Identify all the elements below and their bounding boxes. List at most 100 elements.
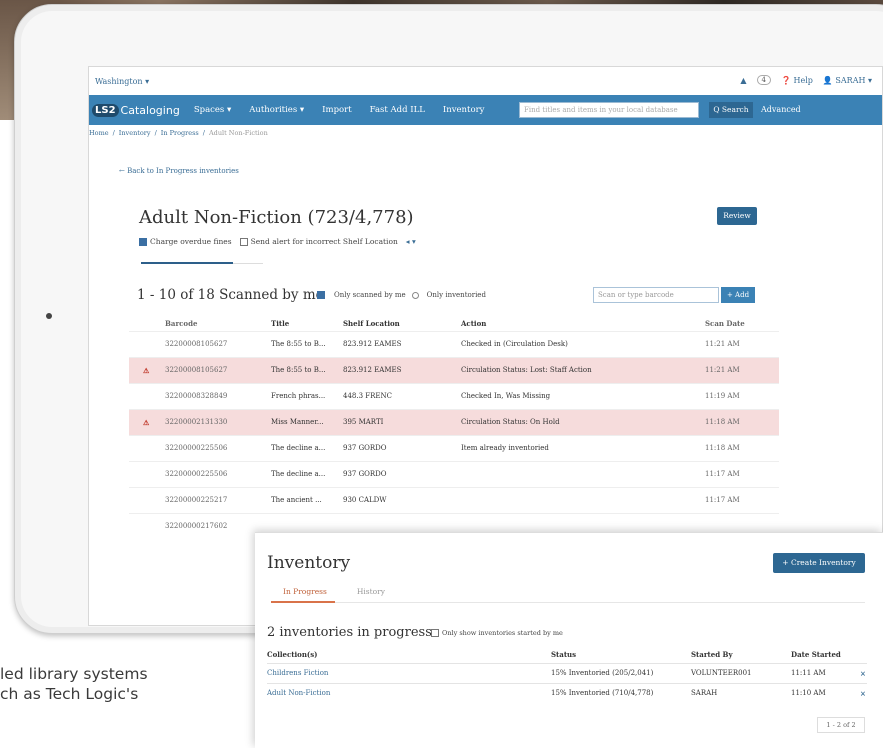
panel-tabs: In Progress History (283, 587, 385, 596)
row-title[interactable]: The decline a... (271, 444, 325, 452)
row-action: Circulation Status: On Hold (461, 418, 560, 426)
user-label: SARAH ▾ (835, 75, 872, 85)
search-input[interactable]: Find titles and items in your local data… (519, 102, 699, 118)
col-title[interactable]: Title (271, 319, 289, 328)
alerts-count[interactable]: 4 (756, 75, 771, 85)
alert-checkbox[interactable] (239, 238, 248, 246)
back-link[interactable]: ← Back to In Progress inventories (119, 167, 239, 175)
row-barcode: 32200008328849 (165, 392, 228, 400)
overdue-option[interactable]: Charge overdue fines (139, 237, 232, 246)
scans-table: Barcode Title Shelf Location Action Scan… (129, 317, 779, 539)
row-barcode: 32200000225506 (165, 444, 228, 452)
started-by-me-label: Only show inventories started by me (442, 629, 563, 637)
tab-history[interactable]: History (357, 587, 385, 596)
review-button[interactable]: Review (717, 207, 757, 225)
nav-inventory[interactable]: Inventory (443, 105, 485, 115)
table-header: Barcode Title Shelf Location Action Scan… (129, 317, 779, 331)
overdue-label: Charge overdue fines (150, 237, 232, 246)
tablet-camera (46, 313, 52, 319)
row-title[interactable]: The 8:55 to B... (271, 340, 326, 348)
started-by-me-filter[interactable]: Only show inventories started by me (431, 629, 563, 637)
tab-indicator (141, 262, 233, 264)
promo-text: led library systems ch as Tech Logic's (0, 664, 260, 704)
table-row: 32200008105627 The 8:55 to B... 823.912 … (129, 331, 779, 357)
row-title[interactable]: The 8:55 to B... (271, 366, 326, 374)
row-location: 823.912 EAMES (343, 366, 402, 374)
nav-spaces[interactable]: Spaces ▾ (194, 105, 231, 115)
promo-line: led library systems (0, 665, 148, 683)
row-date: 11:18 AM (705, 444, 740, 452)
util-right: ▲ 4 ❓ Help 👤 SARAH ▾ (740, 75, 872, 85)
row-date: 11:21 AM (705, 366, 740, 374)
search-button[interactable]: Q Search (709, 102, 753, 118)
row-location: 395 MARTI (343, 418, 384, 426)
col-status[interactable]: Status (551, 650, 576, 659)
table-row: 32200000225506 The decline a... 937 GORD… (129, 435, 779, 461)
nav-import[interactable]: Import (322, 105, 351, 115)
logo-mark: LS2 (92, 103, 119, 117)
col-started-by[interactable]: Started By (691, 650, 733, 659)
col-date-started[interactable]: Date Started (791, 650, 841, 659)
scans-heading: 1 - 10 of 18 Scanned by me (137, 287, 324, 303)
nav-authorities[interactable]: Authorities ▾ (249, 105, 304, 115)
col-shelf-location[interactable]: Shelf Location (343, 319, 400, 328)
create-inventory-button[interactable]: + Create Inventory (773, 553, 865, 573)
row-action: Checked In, Was Missing (461, 392, 551, 400)
location-dropdown[interactable]: Washington ▾ (95, 77, 149, 86)
crumb-current: Adult Non-Fiction (208, 129, 268, 137)
remove-icon[interactable]: × (860, 689, 866, 698)
option-arrows[interactable]: ◂ ▾ (406, 237, 416, 246)
app-logo[interactable]: LS2 Cataloging (92, 103, 180, 117)
row-barcode: 32200008105627 (165, 340, 228, 348)
row-date: 11:17 AM (705, 470, 740, 478)
inventoried-radio[interactable] (411, 291, 419, 299)
table-row: 32200000225506 The decline a... 937 GORD… (129, 461, 779, 487)
row-barcode: 32200000217602 (165, 522, 228, 530)
tab-in-progress[interactable]: In Progress (283, 587, 327, 596)
pager[interactable]: 1 - 2 of 2 (817, 717, 865, 733)
row-collection[interactable]: Childrens Fiction (267, 669, 328, 677)
row-title[interactable]: The ancient ... (271, 496, 322, 504)
inventoried-label: Only inventoried (426, 291, 486, 299)
col-action[interactable]: Action (461, 319, 486, 328)
scan-filters: Only scanned by me Only inventoried (317, 291, 486, 299)
inventory-options: Charge overdue fines Send alert for inco… (139, 237, 416, 246)
row-status: 15% Inventoried (205/2,041) (551, 669, 654, 677)
user-menu[interactable]: 👤 SARAH ▾ (823, 76, 872, 85)
util-bar: Washington ▾ ▲ 4 ❓ Help 👤 SARAH ▾ (89, 67, 882, 95)
col-collections[interactable]: Collection(s) (267, 650, 318, 659)
row-collection[interactable]: Adult Non-Fiction (267, 689, 330, 697)
alert-label: Send alert for incorrect Shelf Location (250, 237, 398, 246)
tab-divider (233, 263, 263, 264)
row-date: 11:17 AM (705, 496, 740, 504)
col-scan-date[interactable]: Scan Date (705, 319, 745, 328)
overdue-checkbox[interactable] (139, 238, 147, 246)
row-location: 937 GORDO (343, 470, 387, 478)
crumb-home[interactable]: Home (89, 129, 109, 137)
row-title[interactable]: The decline a... (271, 470, 325, 478)
remove-icon[interactable]: × (860, 669, 866, 678)
row-title[interactable]: Miss Manner... (271, 418, 324, 426)
warning-icon: ⚠ (143, 418, 150, 427)
inventory-panel: Inventory + Create Inventory In Progress… (255, 532, 883, 748)
scanned-by-me-checkbox[interactable] (317, 291, 325, 299)
alert-option[interactable]: Send alert for incorrect Shelf Location (239, 237, 398, 246)
add-barcode-button[interactable]: + Add (721, 287, 755, 303)
col-barcode[interactable]: Barcode (165, 319, 197, 328)
help-link[interactable]: ❓ Help (781, 76, 813, 85)
nav-fast-add-ill[interactable]: Fast Add ILL (370, 105, 425, 115)
row-date: 11:21 AM (705, 340, 740, 348)
table-row: 32200008328849 French phras... 448.3 FRE… (129, 383, 779, 409)
started-by-me-checkbox[interactable] (431, 629, 439, 637)
bell-icon[interactable]: ▲ (740, 76, 746, 85)
row-date: 11:10 AM (791, 689, 826, 697)
table-row: Adult Non-Fiction 15% Inventoried (710/4… (267, 683, 867, 703)
promo-line: ch as Tech Logic's (0, 685, 139, 703)
advanced-search-link[interactable]: Advanced (761, 105, 801, 114)
crumb-in-progress[interactable]: In Progress (161, 129, 199, 137)
row-date: 11:19 AM (705, 392, 740, 400)
row-title[interactable]: French phras... (271, 392, 325, 400)
crumb-inventory[interactable]: Inventory (119, 129, 151, 137)
table-row-alert: ⚠ 32200002131330 Miss Manner... 395 MART… (129, 409, 779, 435)
barcode-input[interactable]: Scan or type barcode (593, 287, 719, 303)
